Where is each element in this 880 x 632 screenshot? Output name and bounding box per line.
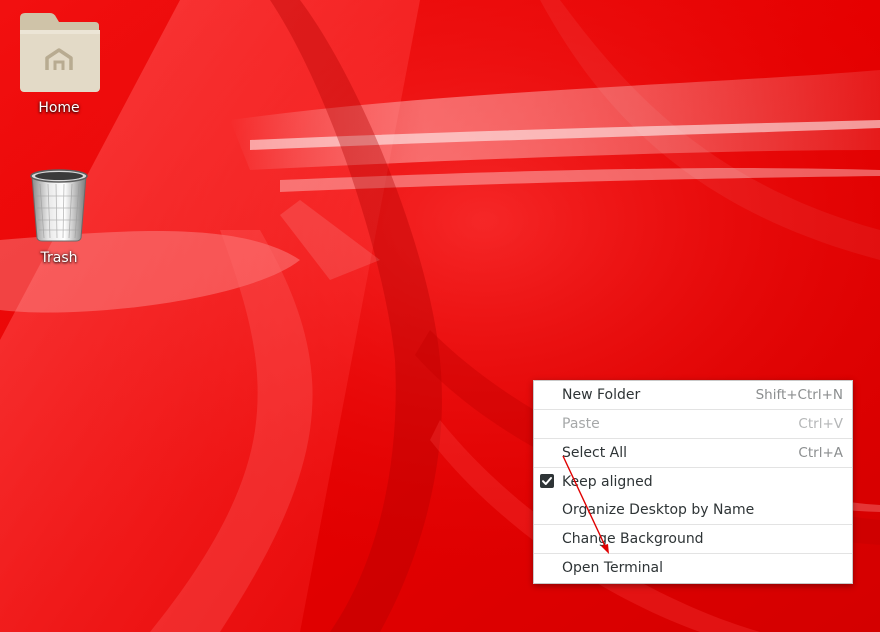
menu-item-label: Organize Desktop by Name	[562, 502, 755, 518]
menu-item-select-all[interactable]: Select All Ctrl+A	[534, 439, 852, 467]
menu-item-label: Open Terminal	[562, 560, 664, 576]
menu-item-label: Change Background	[562, 531, 704, 547]
menu-item-organize-desktop-by-name[interactable]: Organize Desktop by Name	[534, 496, 852, 524]
menu-item-paste: Paste Ctrl+V	[534, 410, 852, 438]
menu-item-accel: Shift+Ctrl+N	[755, 387, 843, 403]
menu-item-label: New Folder	[562, 387, 641, 403]
desktop-context-menu: New Folder Shift+Ctrl+N Paste Ctrl+V Sel…	[533, 380, 853, 584]
menu-item-label: Paste	[562, 416, 600, 432]
desktop[interactable]: Home Trash New Folder Shift+Ctrl+N Paste…	[0, 0, 880, 632]
menu-item-new-folder[interactable]: New Folder Shift+Ctrl+N	[534, 381, 852, 409]
home-icon-label: Home	[38, 100, 80, 116]
menu-item-label: Keep aligned	[562, 474, 653, 490]
desktop-icon-trash[interactable]: Trash	[9, 166, 109, 266]
trash-icon-label: Trash	[40, 250, 78, 266]
menu-item-keep-aligned[interactable]: Keep aligned	[534, 468, 852, 496]
desktop-icon-home[interactable]: Home	[9, 12, 109, 116]
menu-item-change-background[interactable]: Change Background	[534, 525, 852, 553]
menu-item-label: Select All	[562, 445, 627, 461]
checkbox-checked-icon[interactable]	[540, 474, 554, 488]
trash-icon	[30, 169, 88, 242]
folder-home-icon	[20, 13, 100, 92]
menu-item-open-terminal[interactable]: Open Terminal	[534, 554, 852, 582]
menu-item-accel: Ctrl+V	[798, 416, 843, 432]
menu-item-accel: Ctrl+A	[798, 445, 843, 461]
